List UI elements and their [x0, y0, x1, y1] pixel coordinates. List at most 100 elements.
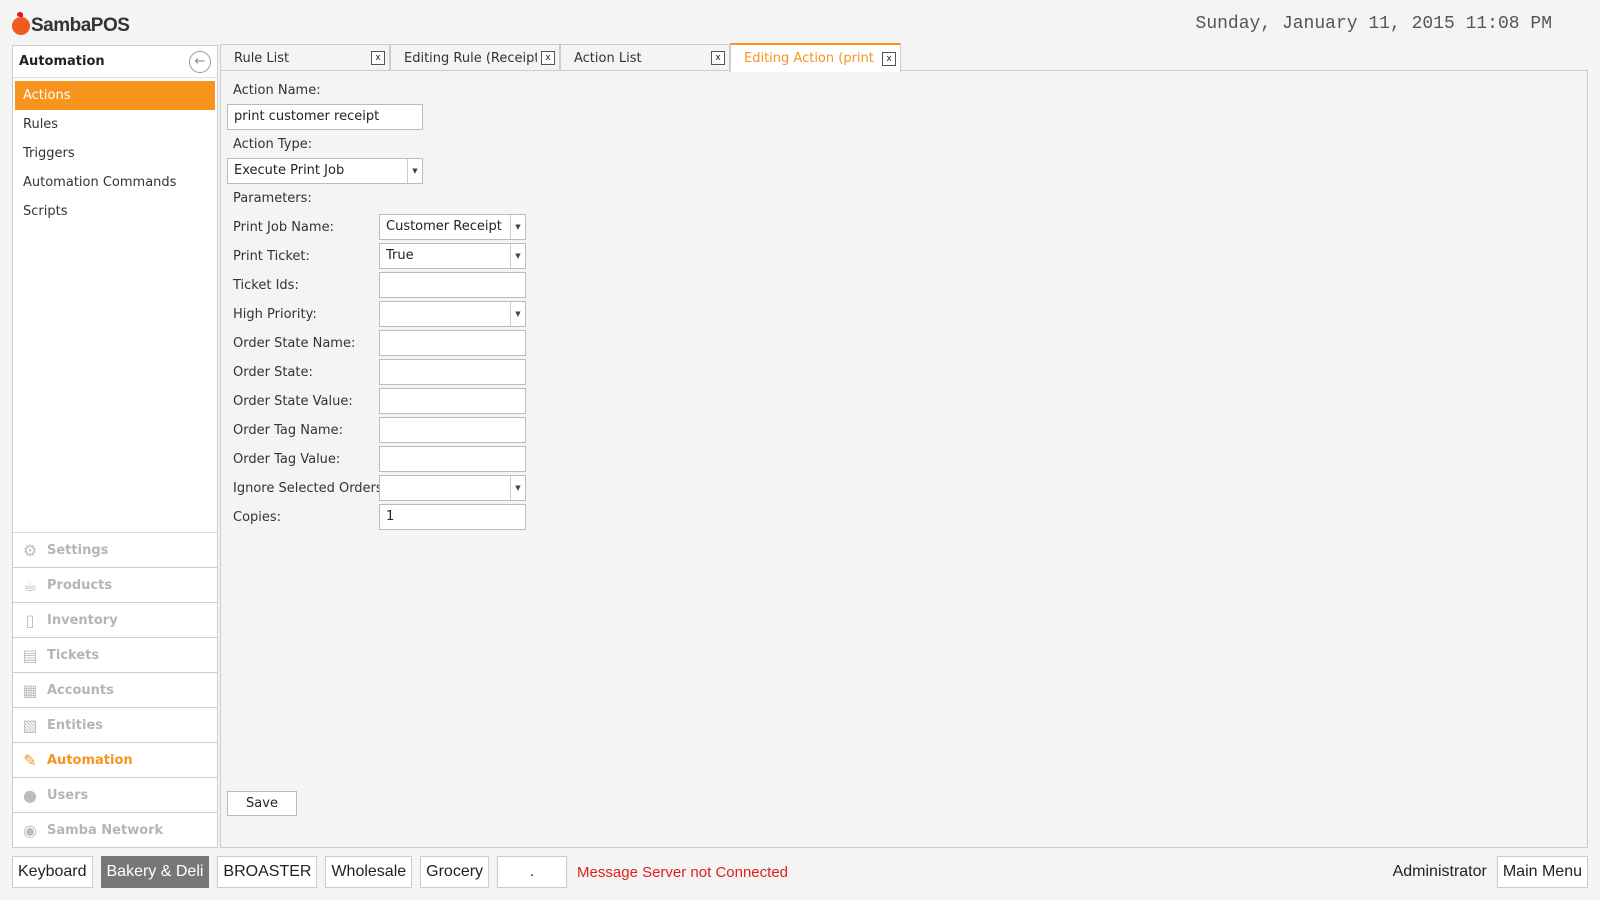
module-nav: ⚙ Settings ☕ Products ▯ Inventory ▤ Tick…	[13, 532, 217, 847]
current-user: Administrator	[1392, 863, 1487, 880]
param-label: High Priority:	[233, 307, 317, 322]
sidebar-item-triggers[interactable]: Triggers	[15, 139, 215, 168]
calendar-grid-icon: ▧	[22, 715, 38, 735]
nav-automation-button[interactable]: ✎ Automation	[13, 742, 217, 777]
param-label: Order State Value:	[233, 394, 353, 409]
tab-action-list[interactable]: Action List x	[560, 44, 730, 71]
back-arrow-icon[interactable]: ←	[189, 50, 211, 73]
department-broaster-button[interactable]: BROASTER	[217, 856, 318, 888]
tab-editing-rule[interactable]: Editing Rule (Receipt print) x	[390, 44, 560, 71]
copies-input[interactable]: 1	[379, 504, 526, 530]
nav-label: Entities	[47, 717, 104, 733]
message-server-status: Message Server not Connected	[577, 863, 788, 881]
nav-label: Tickets	[47, 647, 100, 663]
ticket-ids-input[interactable]	[379, 272, 526, 298]
main-menu-button[interactable]: Main Menu	[1496, 856, 1588, 888]
calculator-icon: ▦	[22, 680, 38, 700]
close-icon[interactable]: x	[882, 51, 896, 66]
nav-inventory-button[interactable]: ▯ Inventory	[13, 602, 217, 637]
dropdown-arrow-icon[interactable]: ▼	[407, 159, 422, 183]
action-name-input[interactable]: print customer receipt	[227, 104, 423, 130]
tab-label: Action List	[574, 50, 642, 66]
user-icon: ●	[23, 785, 37, 805]
action-type-select[interactable]: Execute Print Job ▼	[227, 158, 423, 184]
action-name-label: Action Name:	[233, 83, 321, 98]
high-priority-select[interactable]: ▼	[379, 301, 526, 327]
dropdown-arrow-icon[interactable]: ▼	[510, 215, 525, 239]
document-tabs: Rule List x Editing Rule (Receipt print)…	[220, 43, 901, 72]
app-name: SambaPOS	[31, 15, 130, 36]
nav-label: Samba Network	[47, 822, 164, 838]
sidebar-item-automation-commands[interactable]: Automation Commands	[15, 168, 215, 197]
gear-icon: ⚙	[22, 540, 38, 560]
sidebar: Automation ← Actions Rules Triggers Auto…	[12, 45, 218, 848]
nav-users-button[interactable]: ● Users	[13, 777, 217, 812]
app-logo: SambaPOS	[12, 12, 130, 40]
order-state-input[interactable]	[379, 359, 526, 385]
tab-editing-action[interactable]: Editing Action (print customer receipt) …	[730, 43, 901, 72]
dropdown-arrow-icon[interactable]: ▼	[510, 302, 525, 326]
nav-label: Users	[47, 787, 89, 803]
order-tag-value-input[interactable]	[379, 446, 526, 472]
nav-settings-button[interactable]: ⚙ Settings	[13, 532, 217, 567]
param-label: Order Tag Value:	[233, 452, 341, 467]
ignore-selected-orders-select[interactable]: ▼	[379, 475, 526, 501]
order-tag-name-input[interactable]	[379, 417, 526, 443]
print-job-name-select[interactable]: Customer Receipt ▼	[379, 214, 526, 240]
action-editor: Action Name: print customer receipt Acti…	[220, 70, 1588, 848]
pencil-icon: ✎	[23, 750, 37, 770]
param-label: Copies:	[233, 510, 282, 525]
close-icon[interactable]: x	[371, 51, 385, 65]
print-ticket-select[interactable]: True ▼	[379, 243, 526, 269]
dropdown-arrow-icon[interactable]: ▼	[510, 244, 525, 268]
nav-label: Accounts	[47, 682, 114, 698]
nav-label: Automation	[47, 752, 133, 768]
department-grocery-button[interactable]: Grocery	[420, 856, 490, 888]
department-bakery-deli-button[interactable]: Bakery & Deli	[100, 856, 210, 888]
keyboard-button[interactable]: Keyboard	[12, 856, 93, 888]
close-icon[interactable]: x	[711, 51, 725, 65]
nav-label: Settings	[47, 542, 109, 558]
status-bar: Keyboard Bakery & Deli BROASTER Wholesal…	[12, 856, 1588, 888]
tab-rule-list[interactable]: Rule List x	[220, 44, 390, 71]
sidebar-header: Automation ←	[13, 46, 217, 78]
nav-products-button[interactable]: ☕ Products	[13, 567, 217, 602]
clock: Sunday, January 11, 2015 11:08 PM	[1195, 14, 1552, 34]
nav-label: Products	[47, 577, 113, 593]
globe-icon: ◉	[23, 820, 37, 840]
department-wholesale-button[interactable]: Wholesale	[325, 856, 413, 888]
param-label: Order Tag Name:	[233, 423, 343, 438]
box-icon: ▯	[25, 610, 35, 630]
dropdown-arrow-icon[interactable]: ▼	[510, 476, 525, 500]
apple-logo-icon	[12, 12, 30, 35]
param-value: True	[386, 248, 414, 263]
dot-button[interactable]: .	[497, 856, 568, 888]
nav-accounts-button[interactable]: ▦ Accounts	[13, 672, 217, 707]
param-value: Customer Receipt	[386, 219, 502, 234]
nav-samba-network-button[interactable]: ◉ Samba Network	[13, 812, 217, 847]
param-label: Order State Name:	[233, 336, 356, 351]
close-icon[interactable]: x	[541, 51, 555, 65]
param-label: Print Job Name:	[233, 220, 334, 235]
order-state-name-input[interactable]	[379, 330, 526, 356]
order-state-value-input[interactable]	[379, 388, 526, 414]
param-label: Ticket Ids:	[233, 278, 299, 293]
status-right: Administrator Main Menu	[1393, 856, 1588, 888]
sidebar-item-rules[interactable]: Rules	[15, 110, 215, 139]
books-icon: ▤	[22, 645, 38, 665]
nav-label: Inventory	[47, 612, 118, 628]
parameters-label: Parameters:	[233, 191, 312, 206]
tab-label: Editing Rule (Receipt print)	[404, 50, 537, 66]
coffee-cup-icon: ☕	[22, 575, 38, 595]
action-type-label: Action Type:	[233, 137, 313, 152]
tab-label: Editing Action (print customer receipt)	[744, 51, 878, 66]
tab-label: Rule List	[234, 50, 290, 66]
save-button[interactable]: Save	[227, 791, 297, 816]
sidebar-item-scripts[interactable]: Scripts	[15, 197, 215, 226]
nav-entities-button[interactable]: ▧ Entities	[13, 707, 217, 742]
sidebar-item-actions[interactable]: Actions	[15, 81, 215, 110]
param-label: Print Ticket:	[233, 249, 310, 264]
param-label: Ignore Selected Orders:	[233, 481, 388, 496]
nav-tickets-button[interactable]: ▤ Tickets	[13, 637, 217, 672]
action-type-value: Execute Print Job	[234, 163, 345, 178]
